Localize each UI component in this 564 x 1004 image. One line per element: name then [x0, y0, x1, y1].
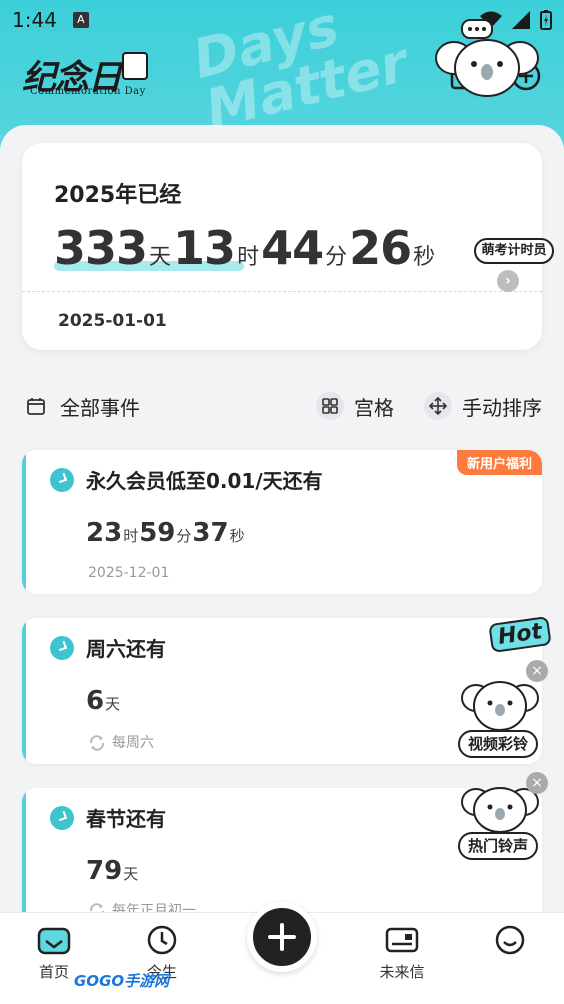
event-title: 周六还有 [86, 637, 166, 661]
hero-divider [22, 291, 542, 292]
nav-home-label: 首页 [38, 963, 69, 981]
sim-icon: A [72, 12, 89, 28]
hero-countdown: 333 天 13 时 44 分 26 秒 [54, 221, 437, 275]
count-seconds-unit: 秒 [229, 527, 245, 545]
count-days-unit: 天 [105, 695, 121, 713]
count-days: 6 [86, 686, 105, 716]
hero-hours: 13 [173, 221, 236, 275]
status-time: 1:44 [12, 8, 57, 32]
year-progress-card[interactable]: 2025年已经 333 天 13 时 44 分 26 秒 2025-01-01 [22, 143, 542, 350]
smile-icon [493, 923, 527, 957]
add-event-fab[interactable] [247, 902, 317, 972]
hot-ringtone-ad[interactable]: × 热门铃声 [452, 772, 552, 860]
hero-days: 333 [54, 221, 148, 275]
event-title: 春节还有 [86, 807, 166, 831]
home-icon [37, 923, 71, 957]
card-accent-bar [22, 618, 26, 764]
event-card-vip[interactable]: 永久会员低至0.01/天还有 新用户福利 23 时 59 分 37 秒 2025… [22, 450, 542, 594]
hero-seconds-unit: 秒 [413, 245, 436, 270]
hero-seconds: 26 [349, 221, 412, 275]
clock-icon [50, 468, 74, 492]
hero-date: 2025-01-01 [58, 311, 167, 331]
nav-future-letter[interactable]: 未来信 [362, 923, 442, 982]
new-user-tag: 新用户福利 [456, 450, 542, 475]
count-seconds: 37 [192, 518, 229, 548]
clock-icon [50, 806, 74, 830]
manual-sort-button[interactable]: 手动排序 [424, 392, 542, 421]
events-toolbar: 全部事件 宫格 手动排序 [22, 386, 542, 426]
card-accent-bar [22, 450, 26, 594]
hero-minutes-unit: 分 [325, 245, 348, 270]
event-repeat: 每周六 [88, 732, 154, 752]
count-hours: 23 [86, 518, 123, 548]
hero-title: 2025年已经 [54, 183, 182, 208]
site-watermark: GOGO手游网 [74, 972, 170, 990]
hero-days-unit: 天 [149, 245, 172, 270]
count-hours-unit: 时 [123, 527, 139, 545]
clock-icon [50, 636, 74, 660]
event-countdown: 6 天 [86, 686, 121, 716]
event-date: 2025-12-01 [88, 565, 170, 581]
close-icon[interactable]: × [526, 772, 548, 794]
grid-icon [316, 392, 344, 420]
event-title: 永久会员低至0.01/天还有 [86, 469, 323, 493]
app-logo-subtitle: Commemoration Day [30, 86, 146, 97]
chevron-right-icon[interactable]: › [497, 270, 519, 292]
video-ringtone-ad[interactable]: × 视频彩铃 [452, 660, 552, 758]
video-ringtone-label: 视频彩铃 [458, 730, 539, 758]
event-repeat-label: 每周六 [112, 735, 154, 751]
clock-nav-icon [145, 923, 179, 957]
nav-mine[interactable] [470, 923, 550, 961]
count-days: 79 [86, 856, 123, 886]
event-countdown: 79 天 [86, 856, 139, 886]
calendar-logo-icon [122, 52, 148, 80]
hero-minutes: 44 [261, 221, 324, 275]
all-events-filter[interactable]: 全部事件 [22, 392, 140, 421]
count-minutes: 59 [139, 518, 176, 548]
all-events-label: 全部事件 [60, 395, 140, 420]
letter-icon [385, 923, 419, 957]
manual-sort-label: 手动排序 [462, 395, 542, 420]
nav-future-letter-label: 未来信 [379, 963, 425, 981]
plus-icon [268, 923, 296, 951]
hero-hours-unit: 时 [237, 245, 260, 270]
close-icon[interactable]: × [526, 660, 548, 682]
calendar-icon [22, 392, 50, 420]
cute-timer-badge[interactable]: 萌考计时员 [474, 238, 554, 264]
card-accent-bar [22, 788, 26, 928]
hot-ringtone-label: 热门铃声 [458, 832, 539, 860]
repeat-icon [89, 735, 105, 751]
koala-mascot-icon [435, 19, 539, 97]
count-minutes-unit: 分 [176, 527, 192, 545]
grid-view-button[interactable]: 宫格 [316, 392, 394, 421]
grid-label: 宫格 [354, 395, 394, 420]
move-arrows-icon [424, 392, 452, 420]
event-countdown: 23 时 59 分 37 秒 [86, 518, 246, 548]
count-days-unit: 天 [123, 865, 139, 883]
